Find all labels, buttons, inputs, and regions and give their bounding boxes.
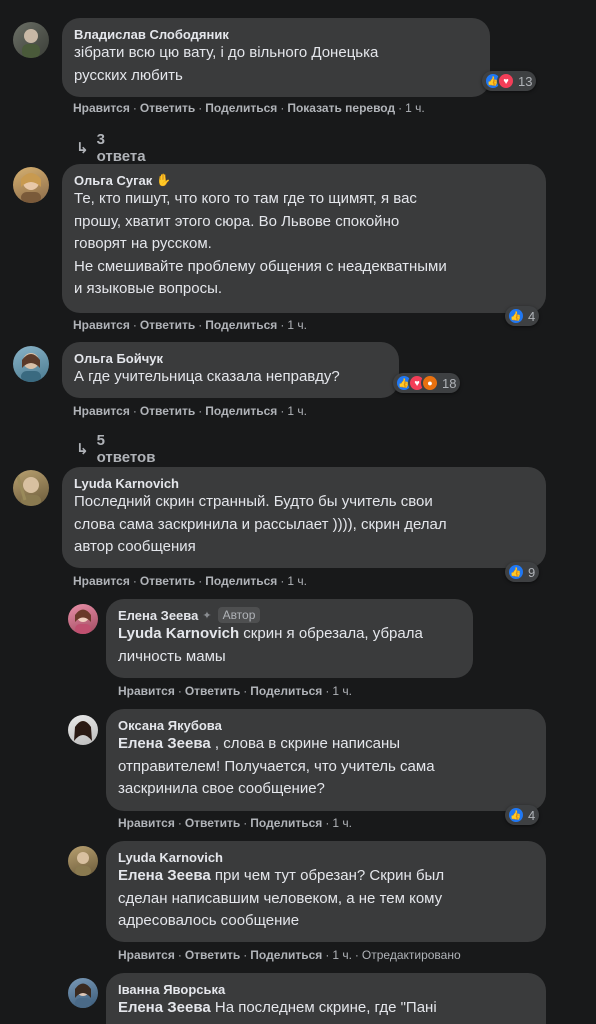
comment-bubble: Іванна Яворська Елена Зеева На последнем…	[106, 973, 546, 1024]
mention-link[interactable]: Lyuda Karnovich	[118, 625, 239, 642]
avatar[interactable]	[13, 22, 49, 58]
reply-button[interactable]: Ответить	[140, 101, 195, 115]
comment-bubble: Владислав Слободяник зібрати всю цю вату…	[62, 18, 490, 97]
avatar[interactable]	[13, 346, 49, 382]
reaction-summary[interactable]: 👍 ♥ 13	[482, 71, 537, 91]
comment-author[interactable]: Lyuda Karnovich	[118, 849, 534, 865]
show-translation-button[interactable]: Показать перевод	[287, 101, 395, 115]
like-icon: 👍	[507, 563, 525, 581]
like-button[interactable]: Нравится	[73, 574, 130, 588]
wave-icon: ✋	[156, 173, 172, 187]
avatar[interactable]	[68, 715, 98, 745]
timestamp[interactable]: 1 ч.	[332, 684, 352, 698]
comment-actions: Нравится · Ответить · Поделиться · 1 ч.	[73, 574, 307, 588]
reply-arrow-icon: ↳	[76, 140, 89, 157]
angry-icon: ●	[421, 374, 439, 392]
comment-text: зібрати всю цю вату, і до вільного Донец…	[74, 44, 379, 84]
comment-bubble: Lyuda Karnovich Последний скрин странный…	[62, 467, 546, 568]
reaction-summary[interactable]: 👍 ♥ ● 18	[393, 373, 461, 393]
replies-count-label: 3 ответа	[96, 131, 146, 165]
comment-actions: Нравится · Ответить · Поделиться · 1 ч.	[118, 684, 352, 698]
comment-author[interactable]: Оксана Якубова	[118, 717, 534, 733]
reply-button[interactable]: Ответить	[140, 404, 195, 418]
avatar[interactable]	[13, 470, 49, 506]
comment-bubble: Елена Зеева ✦ Автор Lyuda Karnovich скри…	[106, 599, 473, 678]
comment-text: Те, кто пишут, что кого то там где то щи…	[74, 190, 447, 297]
reaction-summary[interactable]: 👍 4	[505, 306, 540, 326]
comment-author[interactable]: Іванна Яворська	[118, 981, 534, 997]
reaction-count: 13	[518, 73, 533, 89]
edited-label[interactable]: Отредактировано	[362, 948, 461, 962]
comment-author: Ольга Сугак ✋	[74, 172, 172, 188]
author-badge: Автор	[217, 607, 261, 623]
comment-bubble: Оксана Якубова Елена Зеева , слова в скр…	[106, 709, 546, 811]
mention-link[interactable]: Елена Зеева	[118, 867, 211, 884]
avatar[interactable]	[68, 604, 98, 634]
like-icon: 👍	[507, 806, 525, 824]
like-button[interactable]: Нравится	[73, 404, 130, 418]
comment-author[interactable]: Владислав Слободяник	[74, 26, 478, 42]
comment-actions: Нравится · Ответить · Поделиться · Показ…	[73, 101, 425, 115]
share-button[interactable]: Поделиться	[205, 574, 277, 588]
timestamp[interactable]: 1 ч.	[287, 318, 307, 332]
reply-button[interactable]: Ответить	[140, 574, 195, 588]
share-button[interactable]: Поделиться	[205, 404, 277, 418]
reaction-summary[interactable]: 👍 9	[505, 562, 540, 582]
comment-author[interactable]: Lyuda Karnovich	[74, 475, 534, 491]
timestamp[interactable]: 1 ч.	[332, 948, 352, 962]
comment-bubble: Ольга Бойчук А где учительница сказала н…	[62, 342, 399, 398]
love-icon: ♥	[497, 72, 515, 90]
reaction-summary[interactable]: 👍 4	[505, 805, 540, 825]
comment-text: Елена Зеева , слова в скрине написаны от…	[118, 735, 435, 797]
avatar[interactable]	[13, 167, 49, 203]
view-replies-button[interactable]: ↳ 3 ответа	[76, 131, 146, 165]
mention-link[interactable]: Елена Зеева	[118, 999, 211, 1016]
timestamp[interactable]: 1 ч.	[332, 816, 352, 830]
comment-bubble: Lyuda Karnovich Елена Зеева при чем тут …	[106, 841, 546, 942]
replies-count-label: 5 ответов	[96, 432, 156, 466]
like-button[interactable]: Нравится	[118, 684, 175, 698]
comment-text: Lyuda Karnovich скрин я обрезала, убрала…	[118, 625, 423, 665]
comment-author: Елена Зеева ✦ Автор	[118, 607, 461, 623]
share-button[interactable]: Поделиться	[205, 101, 277, 115]
avatar[interactable]	[68, 846, 98, 876]
comment-actions: Нравится · Ответить · Поделиться · 1 ч. …	[118, 948, 461, 962]
reaction-count: 4	[528, 807, 536, 823]
comment-actions: Нравится · Ответить · Поделиться · 1 ч.	[73, 404, 307, 418]
share-button[interactable]: Поделиться	[205, 318, 277, 332]
reply-button[interactable]: Ответить	[185, 684, 240, 698]
reaction-count: 4	[528, 308, 536, 324]
reply-button[interactable]: Ответить	[140, 318, 195, 332]
like-button[interactable]: Нравится	[73, 318, 130, 332]
share-button[interactable]: Поделиться	[250, 816, 322, 830]
comment-text: А где учительница сказала неправду?	[74, 368, 340, 385]
reply-button[interactable]: Ответить	[185, 816, 240, 830]
verified-icon: ✦	[202, 609, 212, 622]
reaction-count: 9	[528, 564, 536, 580]
reply-arrow-icon: ↳	[76, 441, 89, 458]
comment-actions: Нравится · Ответить · Поделиться · 1 ч.	[73, 318, 307, 332]
reply-button[interactable]: Ответить	[185, 948, 240, 962]
timestamp[interactable]: 1 ч.	[287, 574, 307, 588]
share-button[interactable]: Поделиться	[250, 948, 322, 962]
share-button[interactable]: Поделиться	[250, 684, 322, 698]
like-button[interactable]: Нравится	[118, 816, 175, 830]
like-icon: 👍	[507, 307, 525, 325]
timestamp[interactable]: 1 ч.	[405, 101, 425, 115]
timestamp[interactable]: 1 ч.	[287, 404, 307, 418]
comment-actions: Нравится · Ответить · Поделиться · 1 ч.	[118, 816, 352, 830]
comment-text: Елена Зеева На последнем скрине, где "Па…	[118, 999, 437, 1016]
mention-link[interactable]: Елена Зеева	[118, 735, 211, 752]
comment-text: Елена Зеева при чем тут обрезан? Скрин б…	[118, 867, 445, 929]
comment-bubble: Ольга Сугак ✋ Те, кто пишут, что кого то…	[62, 164, 546, 313]
like-button[interactable]: Нравится	[118, 948, 175, 962]
view-replies-button[interactable]: ↳ 5 ответов	[76, 432, 155, 466]
like-button[interactable]: Нравится	[73, 101, 130, 115]
reaction-count: 18	[442, 375, 457, 391]
avatar[interactable]	[68, 978, 98, 1008]
comment-author[interactable]: Ольга Бойчук	[74, 350, 387, 366]
comment-text: Последний скрин странный. Будто бы учите…	[74, 493, 447, 555]
